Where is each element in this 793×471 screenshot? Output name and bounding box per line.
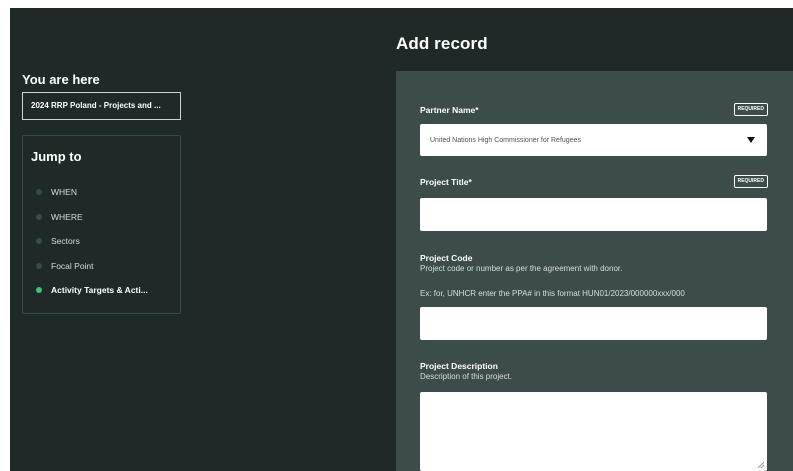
record-form: Partner Name* REQUIRED United Nations Hi…: [396, 71, 793, 471]
jump-item-where[interactable]: WHERE: [36, 205, 148, 230]
jump-to-list: WHEN WHERE Sectors Focal Point Activity …: [36, 180, 148, 303]
project-title-input[interactable]: [420, 198, 767, 231]
partner-name-required-badge: REQUIRED: [733, 103, 768, 116]
partner-name-value: United Nations High Commissioner for Ref…: [430, 136, 581, 144]
jump-item-label: Focal Point: [51, 260, 94, 271]
jump-item-focal-point[interactable]: Focal Point: [36, 254, 148, 279]
jump-item-label: Sectors: [51, 236, 80, 247]
status-dot-icon: [36, 262, 42, 269]
project-title-required-badge: REQUIRED: [733, 175, 768, 188]
partner-name-label: Partner Name*: [420, 105, 479, 115]
partner-name-select[interactable]: United Nations High Commissioner for Ref…: [420, 124, 767, 156]
app-window: Add record You are here 2024 RRP Poland …: [10, 8, 793, 471]
you-are-here-heading: You are here: [22, 72, 100, 87]
project-code-description: Project code or number as per the agreem…: [420, 264, 623, 273]
jump-item-when[interactable]: WHEN: [36, 180, 148, 205]
status-dot-icon: [36, 213, 42, 220]
jump-to-panel: Jump to WHEN WHERE Sectors Focal Point A…: [22, 135, 181, 314]
project-code-input[interactable]: [420, 307, 767, 340]
caret-down-icon: [747, 137, 755, 143]
page-title: Add record: [396, 34, 488, 53]
resize-handle-icon[interactable]: [758, 462, 764, 468]
project-code-example: Ex: for, UNHCR enter the PPA# in this fo…: [420, 289, 685, 298]
status-dot-icon: [36, 238, 42, 245]
project-description-help: Description of this project.: [420, 372, 513, 381]
jump-item-label: WHERE: [51, 211, 83, 222]
project-code-label: Project Code: [420, 253, 473, 263]
jump-item-sectors[interactable]: Sectors: [36, 229, 148, 254]
project-description-textarea[interactable]: [420, 392, 767, 471]
status-dot-icon: [36, 189, 42, 196]
jump-item-label: Activity Targets & Acti...: [51, 285, 148, 296]
jump-to-heading: Jump to: [31, 149, 82, 164]
project-description-label: Project Description: [420, 361, 498, 371]
project-title-label: Project Title*: [420, 177, 472, 187]
jump-item-activity-targets[interactable]: Activity Targets & Acti...: [36, 278, 148, 303]
you-are-here-section: You are here 2024 RRP Poland - Projects …: [22, 72, 182, 120]
active-dot-icon: [36, 287, 42, 294]
breadcrumb[interactable]: 2024 RRP Poland - Projects and ...: [22, 92, 181, 120]
jump-item-label: WHEN: [51, 187, 77, 198]
